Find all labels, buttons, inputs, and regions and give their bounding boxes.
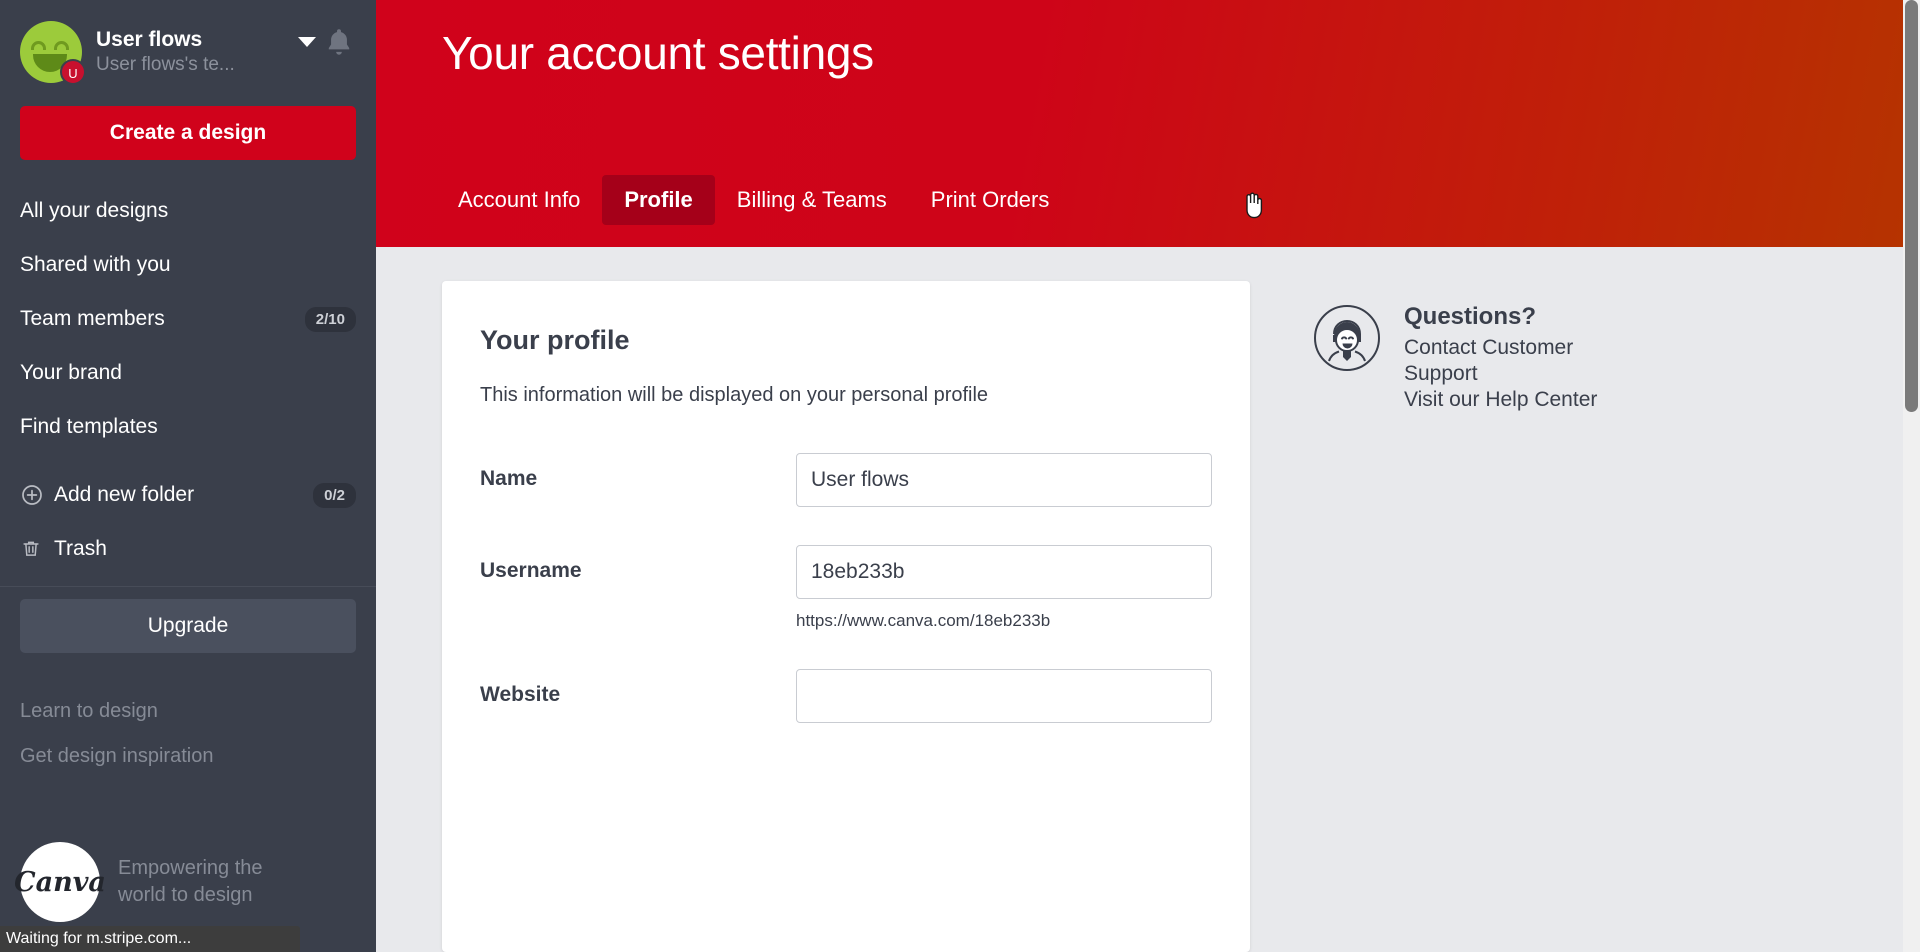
name-input[interactable] <box>796 453 1212 507</box>
account-subtitle: User flows's te... <box>96 53 235 75</box>
sidebar-nav-secondary: Add new folder 0/2 Trash <box>0 468 376 576</box>
tab-billing-and-teams[interactable]: Billing & Teams <box>715 175 909 225</box>
bell-icon[interactable] <box>322 25 356 64</box>
folder-count-badge: 0/2 <box>313 482 356 508</box>
avatar[interactable]: U <box>20 21 86 85</box>
sidebar-item-label: Trash <box>54 537 107 560</box>
help-panel-text: Questions? Contact Customer Support Visi… <box>1404 303 1614 413</box>
sidebar-item-all-your-designs[interactable]: All your designs <box>0 184 376 238</box>
trash-icon <box>20 538 54 560</box>
tab-profile[interactable]: Profile <box>602 175 715 225</box>
sidebar-sub-links: Learn to design Get design inspiration <box>0 689 376 779</box>
mouse-cursor-icon <box>1241 190 1267 225</box>
account-name: User flows <box>96 27 203 51</box>
sidebar-divider <box>0 586 376 587</box>
help-panel: Questions? Contact Customer Support Visi… <box>1312 281 1732 952</box>
canva-logo-text: Canva <box>14 866 106 898</box>
tab-account-info[interactable]: Account Info <box>436 175 602 225</box>
avatar-badge: U <box>60 59 86 85</box>
support-agent-icon <box>1312 303 1382 373</box>
field-row-website: Website <box>480 669 1212 723</box>
sidebar-item-your-brand[interactable]: Your brand <box>0 346 376 400</box>
sidebar-item-label: Your brand <box>20 361 122 384</box>
sidebar: U User flows User flows's te... Create a… <box>0 0 376 952</box>
username-url-hint: https://www.canva.com/18eb233b <box>796 611 1051 630</box>
website-field-label: Website <box>480 683 561 706</box>
main-content: Your account settings Account Info Profi… <box>376 0 1920 952</box>
sidebar-nav-primary: All your designs Shared with you Team me… <box>0 184 376 454</box>
page-hero: Your account settings Account Info Profi… <box>376 0 1920 247</box>
account-text: User flows User flows's te... <box>96 27 294 78</box>
upgrade-button[interactable]: Upgrade <box>20 599 356 653</box>
sidebar-item-label: Team members <box>20 307 165 330</box>
page-scrollbar-track[interactable] <box>1903 0 1920 952</box>
canva-tagline: Empowering the world to design <box>118 857 263 906</box>
avatar-eye-right <box>54 41 69 50</box>
browser-status-bar: Waiting for m.stripe.com... <box>0 926 300 952</box>
website-input[interactable] <box>796 669 1212 723</box>
canva-brand-footer: Canva Empowering the world to design <box>0 842 323 922</box>
username-input[interactable] <box>796 545 1212 599</box>
team-members-count-badge: 2/10 <box>304 306 356 332</box>
tab-label: Account Info <box>458 187 581 212</box>
sidebar-item-team-members[interactable]: Team members 2/10 <box>0 292 376 346</box>
sidebar-item-add-new-folder[interactable]: Add new folder 0/2 <box>0 468 376 522</box>
avatar-eye-left <box>31 41 46 50</box>
sidebar-item-find-templates[interactable]: Find templates <box>0 400 376 454</box>
name-field-control <box>796 453 1212 507</box>
profile-card-title: Your profile <box>480 325 630 355</box>
sidebar-item-learn-to-design[interactable]: Learn to design <box>0 689 376 734</box>
canva-logo-icon: Canva <box>14 842 106 922</box>
visit-help-center-link[interactable]: Visit our Help Center <box>1404 387 1614 413</box>
tab-print-orders[interactable]: Print Orders <box>909 175 1072 225</box>
canva-account-settings-page: U User flows User flows's te... Create a… <box>0 0 1920 952</box>
field-row-name: Name <box>480 453 1212 507</box>
settings-tabs: Account Info Profile Billing & Teams Pri… <box>436 175 1071 225</box>
sidebar-item-trash[interactable]: Trash <box>0 522 376 576</box>
field-row-username: Username https://www.canva.com/18eb233b <box>480 545 1212 631</box>
tab-label: Profile <box>624 187 693 212</box>
sidebar-item-shared-with-you[interactable]: Shared with you <box>0 238 376 292</box>
content-area: Your profile This information will be di… <box>376 247 1920 952</box>
sidebar-item-get-design-inspiration[interactable]: Get design inspiration <box>0 734 376 779</box>
profile-card-description: This information will be displayed on yo… <box>480 384 989 406</box>
chevron-down-icon[interactable] <box>298 37 316 47</box>
sidebar-item-label: Add new folder <box>54 483 195 506</box>
sidebar-item-label: Shared with you <box>20 253 171 276</box>
contact-customer-support-link[interactable]: Contact Customer Support <box>1404 335 1614 387</box>
website-field-control <box>796 669 1212 723</box>
account-switcher[interactable]: U User flows User flows's te... <box>0 0 376 96</box>
create-a-design-button[interactable]: Create a design <box>20 106 356 160</box>
username-field-control: https://www.canva.com/18eb233b <box>796 545 1212 631</box>
sidebar-item-label: All your designs <box>20 199 169 222</box>
help-panel-title: Questions? <box>1404 303 1537 330</box>
tab-label: Billing & Teams <box>736 187 887 212</box>
plus-circle-icon <box>20 483 54 507</box>
tab-label: Print Orders <box>930 187 1050 212</box>
page-title: Your account settings <box>442 27 874 79</box>
name-field-label: Name <box>480 467 538 490</box>
profile-card: Your profile This information will be di… <box>442 281 1250 952</box>
sidebar-item-label: Find templates <box>20 415 158 438</box>
username-field-label: Username <box>480 559 582 582</box>
sidebar-item-label: Get design inspiration <box>20 745 214 767</box>
page-scrollbar-thumb[interactable] <box>1905 0 1918 412</box>
sidebar-item-label: Learn to design <box>20 700 158 722</box>
